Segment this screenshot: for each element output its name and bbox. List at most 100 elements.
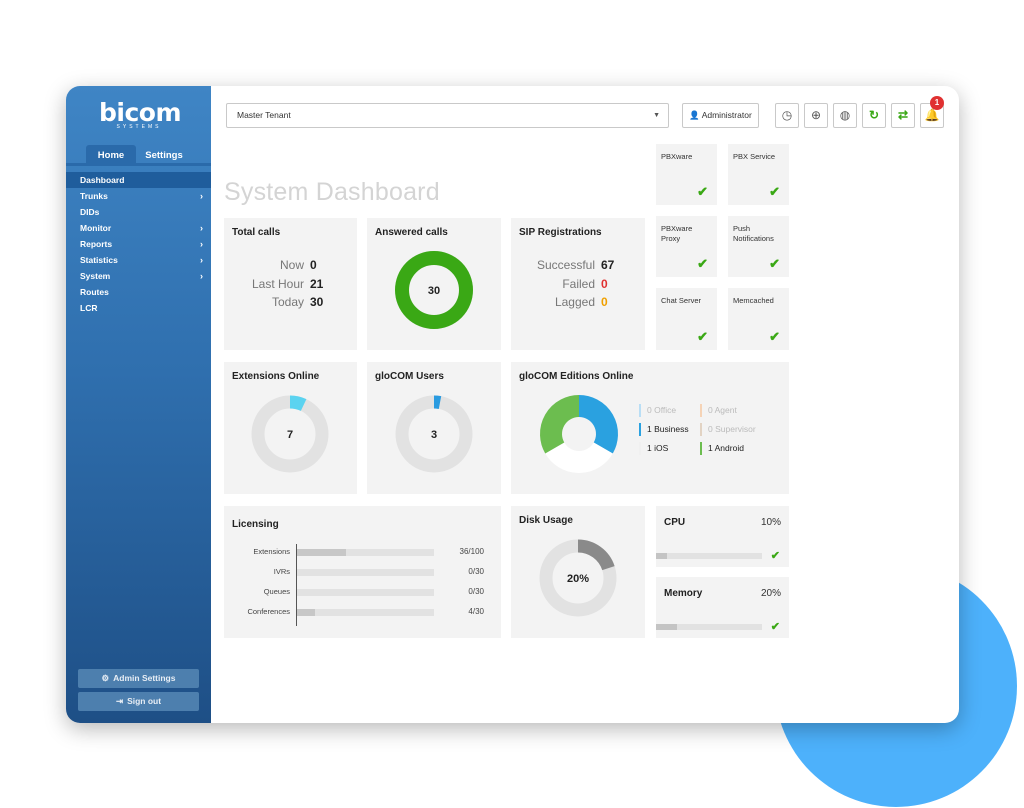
legend-label: Office bbox=[654, 405, 677, 415]
service-label: Memcached bbox=[733, 296, 774, 305]
extensions-online-donut: 7 bbox=[251, 395, 329, 473]
legend-item-office: 0 Office bbox=[639, 404, 676, 417]
admin-settings-button[interactable]: ⚙ Admin Settings bbox=[78, 669, 199, 688]
sidebar-item-monitor[interactable]: Monitor › bbox=[66, 220, 211, 236]
service-label: PBXware bbox=[661, 152, 693, 161]
sip-registrations-card: SIP Registrations Successful 67 Failed 0… bbox=[511, 218, 645, 350]
license-label: Extensions bbox=[253, 547, 290, 556]
legend-item-ios: 1 iOS bbox=[639, 442, 668, 455]
license-label: Conferences bbox=[247, 607, 290, 616]
sidebar-item-dashboard[interactable]: Dashboard bbox=[66, 172, 211, 188]
sip-failed-label: Failed bbox=[562, 277, 595, 291]
sidebar-item-reports[interactable]: Reports › bbox=[66, 236, 211, 252]
tab-settings[interactable]: Settings bbox=[140, 145, 188, 166]
license-bar bbox=[297, 549, 434, 556]
legend-label: Business bbox=[654, 424, 689, 434]
sidebar-item-label: DIDs bbox=[80, 207, 100, 217]
check-icon: ✔ bbox=[769, 329, 780, 344]
license-value: 36/100 bbox=[459, 547, 484, 556]
legend-label: Android bbox=[714, 443, 744, 453]
license-bar bbox=[297, 609, 434, 616]
check-icon: ✔ bbox=[769, 184, 780, 199]
service-push-notifications[interactable]: Push Notifications ✔ bbox=[728, 216, 789, 277]
service-label: PBXware Proxy bbox=[661, 224, 693, 243]
license-value: 4/30 bbox=[468, 607, 484, 616]
admin-settings-label: Admin Settings bbox=[113, 673, 176, 683]
service-memcached[interactable]: Memcached ✔ bbox=[728, 288, 789, 350]
sidebar-nav: Dashboard Trunks › DIDs Monitor › Reports › Stat… bbox=[66, 172, 211, 316]
sidebar-item-label: Statistics bbox=[80, 255, 118, 265]
tab-home[interactable]: Home bbox=[86, 145, 136, 166]
user-button[interactable]: 👤 Administrator bbox=[682, 103, 759, 128]
sip-successful-value: 67 bbox=[601, 258, 615, 272]
sidebar-item-label: System bbox=[80, 271, 111, 281]
edition-slice-android bbox=[540, 395, 580, 454]
service-chat-server[interactable]: Chat Server ✔ bbox=[656, 288, 717, 350]
donut-value-arc bbox=[433, 395, 442, 409]
sidebar-item-label: LCR bbox=[80, 303, 98, 313]
legend-label: Supervisor bbox=[715, 424, 756, 434]
legend-item-supervisor: 0 Supervisor bbox=[700, 423, 756, 436]
tenant-select-value: Master Tenant bbox=[237, 110, 291, 120]
check-icon: ✔ bbox=[697, 329, 708, 344]
sidebar-item-lcr[interactable]: LCR bbox=[66, 300, 211, 316]
sidebar-item-trunks[interactable]: Trunks › bbox=[66, 188, 211, 204]
brand-logo[interactable]: bicom SYSTEMS bbox=[99, 100, 182, 131]
license-label: Queues bbox=[263, 587, 290, 596]
memory-card: Memory 20% ✔ bbox=[656, 577, 789, 638]
globe-grid-icon[interactable]: ⊕ bbox=[804, 103, 828, 128]
licensing-title: Licensing bbox=[232, 519, 279, 530]
check-icon: ✔ bbox=[770, 550, 780, 562]
sidebar-item-label: Trunks bbox=[80, 191, 108, 201]
license-bar bbox=[297, 589, 434, 596]
legend-item-agent: 0 Agent bbox=[700, 404, 737, 417]
memory-title: Memory bbox=[664, 588, 703, 599]
sip-successful-label: Successful bbox=[536, 258, 595, 272]
sign-out-label: Sign out bbox=[127, 696, 162, 706]
sidebar-item-label: Dashboard bbox=[80, 175, 125, 185]
reload-icon[interactable]: ↻ bbox=[862, 103, 886, 128]
sidebar-item-system[interactable]: System › bbox=[66, 268, 211, 284]
service-pbx-service[interactable]: PBX Service ✔ bbox=[728, 144, 789, 205]
total-calls-now-value: 0 bbox=[310, 258, 317, 272]
license-bar bbox=[297, 569, 434, 576]
licensing-card: Licensing Extensions 36/100 IVRs 0/30 Queues… bbox=[224, 506, 501, 638]
sidebar-item-statistics[interactable]: Statistics › bbox=[66, 252, 211, 268]
clock-icon[interactable]: ◷ bbox=[775, 103, 799, 128]
sidebar-item-dids[interactable]: DIDs bbox=[66, 204, 211, 220]
cpu-bar bbox=[656, 553, 762, 559]
donut-value-arc bbox=[289, 395, 307, 412]
sip-lagged-value: 0 bbox=[601, 295, 608, 309]
check-icon: ✔ bbox=[697, 184, 708, 199]
sign-out-icon: ⇥ bbox=[115, 696, 124, 706]
cpu-value: 10% bbox=[760, 517, 781, 528]
service-pbxware[interactable]: PBXware ✔ bbox=[656, 144, 717, 205]
total-calls-card: Total calls Now 0 Last Hour 21 Today 30 bbox=[224, 218, 357, 350]
total-calls-title: Total calls bbox=[232, 227, 281, 238]
cpu-bar-fill bbox=[656, 553, 667, 559]
sync-icon[interactable]: ⇄ bbox=[891, 103, 915, 128]
edition-slice-business bbox=[578, 395, 618, 454]
service-label: Chat Server bbox=[661, 296, 702, 305]
memory-value: 20% bbox=[760, 588, 781, 599]
tenant-select[interactable]: Master Tenant ▼ bbox=[226, 103, 669, 128]
license-bar-fill bbox=[297, 609, 316, 616]
glocom-users-donut: 3 bbox=[395, 395, 473, 473]
globe-icon[interactable]: ◍ bbox=[833, 103, 857, 128]
check-icon: ✔ bbox=[769, 256, 780, 271]
total-calls-last-hour-value: 21 bbox=[310, 277, 324, 291]
license-value: 0/30 bbox=[468, 587, 484, 596]
chevron-down-icon: ▼ bbox=[653, 112, 660, 119]
sip-registrations-title: SIP Registrations bbox=[519, 227, 602, 238]
glocom-editions-title: gloCOM Editions Online bbox=[519, 371, 634, 382]
sidebar-item-routes[interactable]: Routes bbox=[66, 284, 211, 300]
sign-out-button[interactable]: ⇥ Sign out bbox=[78, 692, 199, 711]
service-pbxware-proxy[interactable]: PBXware Proxy ✔ bbox=[656, 216, 717, 277]
sip-failed-value: 0 bbox=[601, 277, 608, 291]
total-calls-today-value: 30 bbox=[310, 295, 324, 309]
legend-label: Agent bbox=[714, 405, 737, 415]
sidebar-tabs: Home Settings bbox=[66, 145, 211, 166]
disk-usage-card: Disk Usage 20% bbox=[511, 506, 645, 638]
donut-center-value: 3 bbox=[431, 429, 437, 441]
app-window: bicom SYSTEMS Home Settings Dashboard Tru… bbox=[66, 86, 959, 723]
